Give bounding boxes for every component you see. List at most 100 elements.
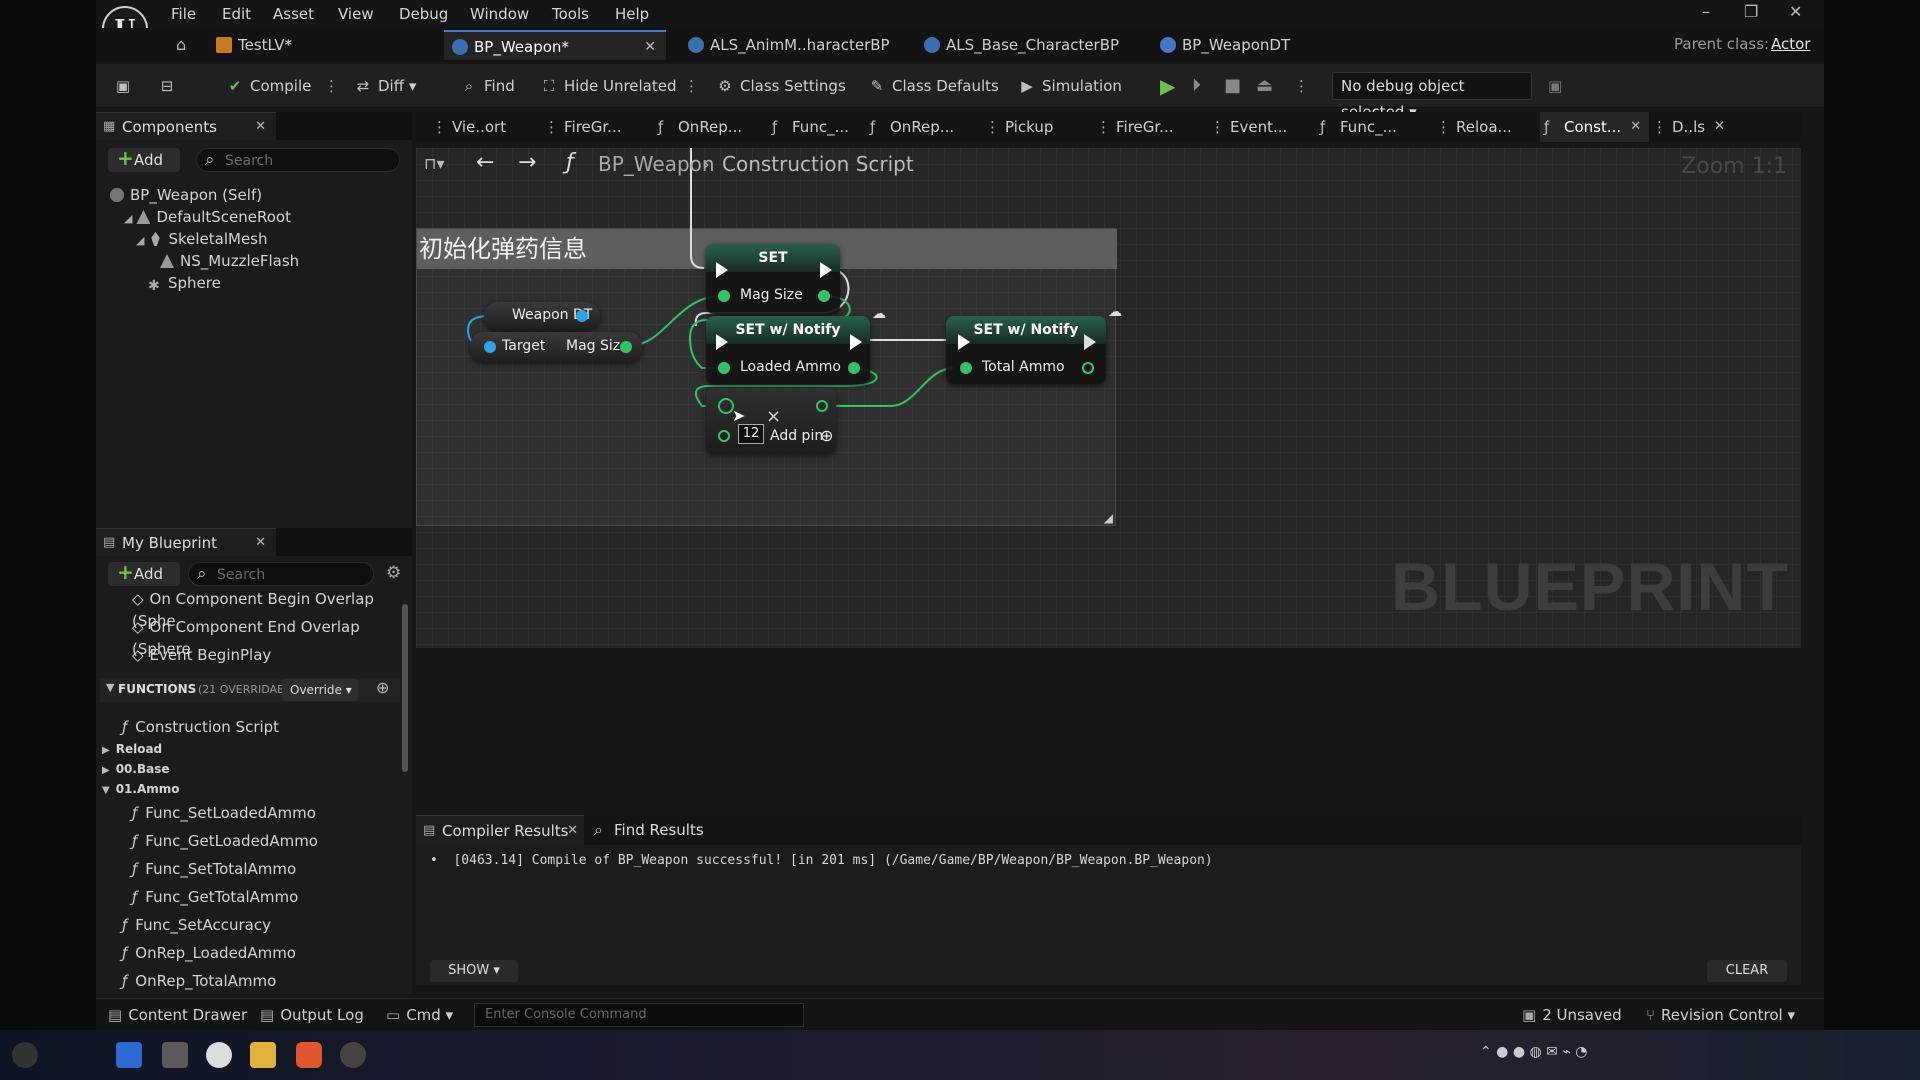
input-b-pin[interactable] (718, 430, 730, 442)
add-pin-label[interactable]: Add pin (770, 428, 823, 444)
tab-my-blueprint[interactable]: ▤ My Blueprint ✕ (96, 528, 276, 556)
graph-tab[interactable]: ƒ OnRep... (654, 112, 750, 142)
total-ammo-out-pin[interactable] (1082, 362, 1094, 374)
minimize-icon[interactable]: – (1702, 2, 1710, 21)
loaded-ammo-out-pin[interactable] (848, 362, 860, 374)
graph-tab[interactable]: ƒ Func_... (768, 112, 857, 142)
hide-unrelated-button[interactable]: ⛶ Hide Unrelated (540, 74, 677, 98)
class-settings-button[interactable]: ⚙ Class Settings (716, 74, 846, 98)
compile-button[interactable]: ✔ Compile (226, 74, 312, 98)
more-options-icon[interactable]: ⋮ (684, 74, 699, 98)
function-item[interactable]: ƒ Func_SetTotalAmmo (132, 858, 296, 880)
close-panel-icon[interactable]: ✕ (255, 113, 266, 141)
show-dropdown[interactable]: SHOW ▾ (430, 960, 518, 982)
console-command-input[interactable]: Enter Console Command (474, 1003, 804, 1027)
forward-arrow-icon[interactable]: → (518, 150, 536, 175)
browser-icon[interactable] (116, 1042, 142, 1068)
play-options-icon[interactable]: ⋮ (1294, 74, 1309, 98)
override-dropdown[interactable]: Override ▾ (282, 679, 358, 701)
brave-browser-icon[interactable] (296, 1042, 322, 1068)
save-icon[interactable]: ▣ (114, 74, 138, 98)
tab-components[interactable]: ▦ Components ✕ (96, 112, 276, 140)
compile-options-icon[interactable]: ⋮ (324, 74, 339, 98)
close-tab-icon[interactable]: ✕ (567, 816, 578, 846)
close-tab-icon[interactable]: ✕ (644, 32, 656, 62)
tab-compiler-results[interactable]: ▤ Compiler Results ✕ (416, 815, 584, 845)
debug-object-dropdown[interactable]: No debug object selected ▾ (1332, 72, 1532, 121)
graph-tab[interactable]: ƒ OnRep... (866, 112, 962, 142)
set-notify-total-ammo-node[interactable]: SET w/ Notify Total Ammo (946, 316, 1106, 384)
multiply-node[interactable]: × 12 Add pin ⊕ (706, 388, 836, 454)
functions-section-header[interactable]: ▼ FUNCTIONS (21 OVERRIDABL Override ▾ ⊕ (100, 678, 400, 702)
folder-icon[interactable] (250, 1042, 276, 1068)
close-window-icon[interactable]: ✕ (1789, 2, 1802, 21)
graph-tab[interactable]: ⋮ D..ls ✕ (1648, 112, 1733, 142)
collapse-arrow-icon[interactable]: ▶ (102, 765, 110, 776)
mag-size-in-pin[interactable] (718, 290, 730, 302)
graph-tab[interactable]: ⋮ FireGr... (540, 112, 630, 142)
add-pin-icon[interactable]: ⊕ (820, 426, 833, 445)
function-category[interactable]: ▼ 01.Ammo (102, 778, 180, 800)
graph-tab[interactable]: ⋮ Vie..ort (428, 112, 514, 142)
scrollbar[interactable] (402, 604, 408, 772)
simulation-button[interactable]: ▶ Simulation (1018, 74, 1122, 98)
mag-size-out-pin[interactable] (818, 290, 830, 302)
close-tab-icon[interactable]: ✕ (1714, 112, 1725, 142)
total-ammo-in-pin[interactable] (960, 362, 972, 374)
exec-out-pin[interactable] (820, 262, 832, 278)
graph-tab[interactable]: ƒ Const... ✕ (1540, 112, 1650, 142)
output-pin[interactable] (576, 310, 588, 322)
exec-out-pin[interactable] (850, 334, 862, 350)
tab-als-base-character[interactable]: ALS_Base_CharacterBP (916, 30, 1146, 60)
revision-control-button[interactable]: ⑂ Revision Control ▾ (1646, 1006, 1795, 1024)
back-arrow-icon[interactable]: ← (476, 150, 494, 175)
component-self[interactable]: BP_Weapon (Self) (110, 184, 262, 206)
exec-in-pin[interactable] (716, 262, 728, 278)
my-blueprint-search-input[interactable]: Search (188, 562, 374, 586)
output-pin[interactable] (620, 341, 632, 353)
add-function-icon[interactable]: ⊕ (376, 678, 389, 697)
graph-tab[interactable]: ƒ Func_... (1316, 112, 1405, 142)
tab-bp-weapondt[interactable]: BP_WeaponDT (1152, 30, 1352, 60)
graph-tab[interactable]: ⋮ Reloa... (1432, 112, 1520, 142)
mag-size-getter-node[interactable]: Target Mag Size (470, 332, 642, 362)
component-ns-muzzleflash[interactable]: NS_MuzzleFlash (160, 250, 299, 272)
diff-button[interactable]: ⇄ Diff ▾ (354, 74, 417, 98)
component-skeletal-mesh[interactable]: ◢ SkeletalMesh (136, 228, 268, 250)
breadcrumb-root[interactable]: BP_Weapon (598, 152, 715, 176)
function-item[interactable]: ƒ Construction Script (122, 716, 279, 738)
tab-bp-weapon[interactable]: BP_Weapon* ✕ (444, 30, 666, 60)
menu-tools[interactable]: Tools (552, 5, 589, 23)
function-item[interactable]: ƒ OnRep_TotalAmmo (122, 970, 276, 992)
menu-edit[interactable]: Edit (222, 5, 251, 23)
weapon-dt-getter-node[interactable]: Weapon DT (484, 302, 600, 330)
exec-in-pin[interactable] (716, 334, 728, 350)
graph-tab[interactable]: ⋮ Event... (1206, 112, 1295, 142)
close-panel-icon[interactable]: ✕ (255, 529, 266, 557)
function-item[interactable]: ƒ OnRep_LoadedAmmo (122, 942, 296, 964)
graph-editor-canvas[interactable]: 初始化弹药信息 ◢ Weapon DT Target Mag Size SET … (416, 148, 1801, 648)
event-begin-play[interactable]: ◇ Event BeginPlay (132, 644, 271, 666)
bookmark-icon[interactable]: ⊓▾ (424, 154, 445, 173)
multiply-value-input[interactable]: 12 (738, 424, 764, 444)
debug-filter-icon[interactable]: ▣ (1548, 74, 1562, 98)
content-drawer-button[interactable]: ▤ Content Drawer (108, 1006, 247, 1024)
function-item[interactable]: ƒ Func_SetLoadedAmmo (132, 802, 316, 824)
parent-class-link[interactable]: Actor (1771, 35, 1810, 53)
app-icon[interactable] (340, 1042, 366, 1068)
event-component-end-overlap[interactable]: ◇ On Component End Overlap (Sphere (132, 616, 412, 658)
add-member-button[interactable]: Add (108, 560, 180, 586)
graph-tab[interactable]: ⋮ Pickup (981, 112, 1061, 142)
clear-button[interactable]: CLEAR (1707, 960, 1787, 982)
menu-view[interactable]: View (338, 5, 374, 23)
set-mag-size-node[interactable]: SET Mag Size (706, 244, 840, 314)
step-icon[interactable]: ⏵ (1192, 74, 1201, 98)
components-search-input[interactable]: Search (196, 148, 400, 172)
unsaved-button[interactable]: ▣ 2 Unsaved (1522, 1006, 1622, 1024)
menu-debug[interactable]: Debug (399, 5, 448, 23)
close-tab-icon[interactable]: ✕ (1630, 112, 1641, 142)
menu-file[interactable]: File (171, 5, 196, 23)
class-defaults-button[interactable]: ✎ Class Defaults (868, 74, 999, 98)
cmd-dropdown[interactable]: ▭ Cmd ▾ (386, 1006, 453, 1024)
tab-find-results[interactable]: ⌕ Find Results (592, 815, 704, 845)
